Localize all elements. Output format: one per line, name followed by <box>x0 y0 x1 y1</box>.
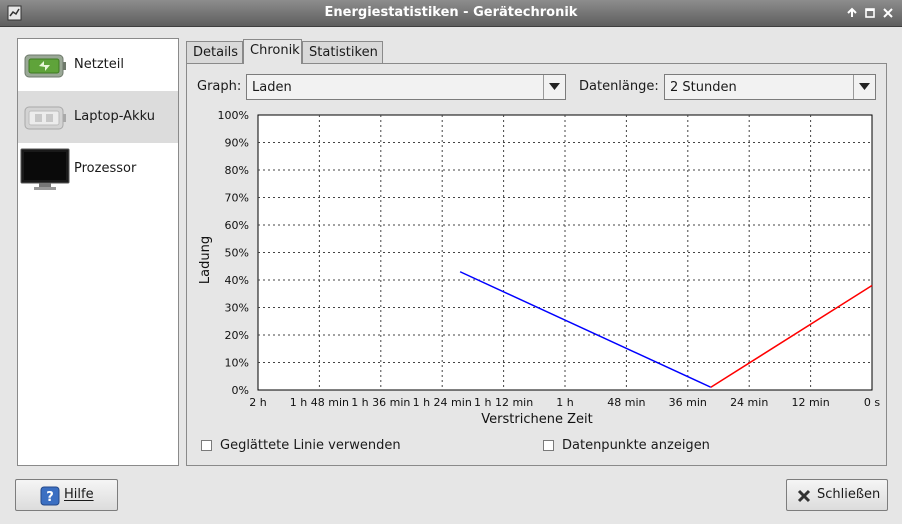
y-axis-label: Ladung <box>198 236 213 284</box>
x-tick-labels: 2 h1 h 48 min 1 h 36 min 1 h 24 min 1 h 12 … <box>249 396 880 409</box>
x-tick-label: 12 min <box>791 396 829 409</box>
checkbox-box[interactable] <box>543 440 554 451</box>
window-title: Energiestatistiken - Gerätechronik <box>324 5 578 20</box>
close-icon[interactable] <box>881 6 895 20</box>
monitor-icon <box>20 148 70 190</box>
x-tick-label: 48 min <box>607 396 645 409</box>
device-list: Netzteil Laptop-Akku Prozessor <box>17 38 179 466</box>
y-tick-labels: 0% 10% 20% 30% 40% 50% 60% 70% 80% 90% 100% <box>218 109 249 397</box>
y-tick-label: 40% <box>225 274 249 287</box>
sidebar-item-label: Netzteil <box>74 57 124 72</box>
sidebar-item-netzteil[interactable]: Netzteil <box>18 39 178 91</box>
y-tick-label: 80% <box>225 164 249 177</box>
restore-icon[interactable] <box>863 6 877 20</box>
y-tick-label: 100% <box>218 109 249 122</box>
x-tick-label: 1 h 48 min <box>290 396 349 409</box>
help-button-label: Hilfe <box>64 487 94 502</box>
y-tick-label: 90% <box>225 137 249 150</box>
help-button[interactable]: ? Hilfe <box>15 479 118 511</box>
close-button[interactable]: Schließen <box>786 479 888 511</box>
y-tick-label: 0% <box>232 384 249 397</box>
show-datapoints-label: Datenpunkte anzeigen <box>562 438 710 453</box>
y-tick-label: 30% <box>225 302 249 315</box>
help-icon: ? <box>40 486 60 506</box>
y-tick-label: 60% <box>225 219 249 232</box>
checkbox-box[interactable] <box>201 440 212 451</box>
x-axis-label: Verstrichene Zeit <box>481 412 592 427</box>
sidebar-item-laptop-akku[interactable]: Laptop-Akku <box>18 91 178 143</box>
smooth-line-label: Geglättete Linie verwenden <box>220 438 401 453</box>
power-supply-icon <box>24 54 66 78</box>
title-bar[interactable]: Energiestatistiken - Gerätechronik <box>0 0 902 27</box>
y-tick-label: 20% <box>225 329 249 342</box>
laptop-battery-icon <box>24 106 66 130</box>
x-tick-label: 1 h 36 min <box>351 396 410 409</box>
x-tick-label: 1 h <box>556 396 573 409</box>
x-tick-label: 24 min <box>730 396 768 409</box>
sidebar-item-label: Prozessor <box>74 161 137 176</box>
y-tick-label: 50% <box>225 247 249 260</box>
tab-statistiken[interactable]: Statistiken <box>302 41 383 63</box>
tab-details[interactable]: Details <box>186 41 243 63</box>
tab-chronik[interactable]: Chronik <box>243 39 302 64</box>
y-tick-label: 70% <box>225 192 249 205</box>
x-tick-label: 0 s <box>864 396 880 409</box>
sidebar-item-prozessor[interactable]: Prozessor <box>18 143 178 195</box>
x-tick-label: 2 h <box>249 396 266 409</box>
maximize-up-icon[interactable] <box>845 6 859 20</box>
x-tick-label: 1 h 24 min <box>413 396 472 409</box>
close-x-icon <box>797 489 811 503</box>
x-tick-label: 1 h 12 min <box>474 396 533 409</box>
x-tick-label: 36 min <box>669 396 707 409</box>
svg-text:?: ? <box>46 490 54 505</box>
y-tick-label: 10% <box>225 357 249 370</box>
charge-history-chart: 0% 10% 20% 30% 40% 50% 60% 70% 80% 90% 100% 2 h 1 h… <box>198 109 880 427</box>
history-panel: Graph: Laden Datenlänge: 2 Stunden 0% 10%… <box>186 63 887 466</box>
close-button-label: Schließen <box>817 487 881 502</box>
energy-statistics-window: Energiestatistiken - Gerätechronik Netzt… <box>0 0 902 524</box>
sidebar-item-label: Laptop-Akku <box>74 109 155 124</box>
